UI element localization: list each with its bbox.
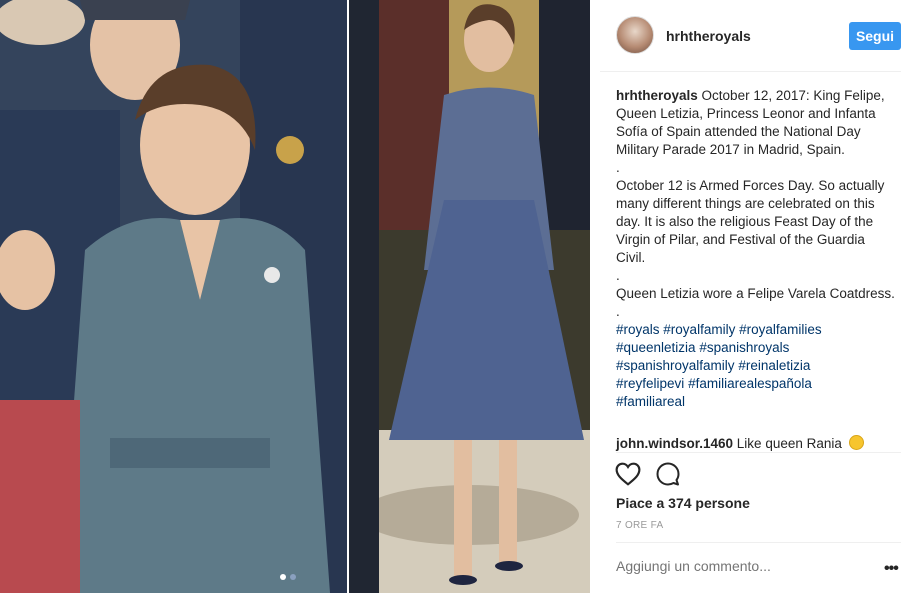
caption-author[interactable]: hrhtheroyals (616, 88, 698, 103)
header-username[interactable]: hrhtheroyals (666, 28, 751, 44)
post-header: hrhtheroyals Segui (600, 0, 901, 72)
follow-button[interactable]: Segui (849, 22, 901, 50)
caption-paragraph: Queen Letizia wore a Felipe Varela Coatd… (616, 286, 895, 301)
smile-emoji-icon (848, 435, 864, 450)
hashtag-link[interactable]: #royalfamily (663, 322, 735, 337)
comment-text: Like queen Rania (736, 436, 842, 451)
hashtags: #royals #royalfamily #royalfamilies #que… (616, 321, 896, 411)
carousel-dot-active[interactable] (280, 574, 286, 580)
hashtag-link[interactable]: #familiareal (616, 394, 685, 409)
hashtag-link[interactable]: #royals (616, 322, 660, 337)
hashtag-link[interactable]: #royalfamilies (739, 322, 822, 337)
caption-paragraph: October 12 is Armed Forces Day. So actua… (616, 178, 885, 265)
photo-right-illustration (349, 0, 590, 593)
caption-separator: . (616, 160, 620, 175)
caption-separator: . (616, 268, 620, 283)
caption-paragraph: hrhtheroyals October 12, 2017: King Feli… (616, 87, 896, 159)
comment-icon[interactable] (656, 462, 680, 486)
hashtag-link[interactable]: #queenletizia (616, 340, 696, 355)
hashtag-link[interactable]: #reinaletizia (738, 358, 810, 373)
more-icon[interactable]: ••• (884, 560, 899, 578)
post-caption: hrhtheroyals October 12, 2017: King Feli… (616, 87, 896, 411)
divider (616, 452, 901, 453)
photo-left-illustration (0, 0, 347, 593)
avatar[interactable] (616, 16, 654, 54)
likes-count[interactable]: Piace a 374 persone (616, 495, 750, 511)
hashtag-link[interactable]: #reyfelipevi (616, 376, 684, 391)
photo-left-panel (0, 0, 347, 593)
carousel-dots (280, 574, 296, 580)
heart-icon[interactable] (615, 462, 641, 486)
hashtag-link[interactable]: #spanishroyals (699, 340, 789, 355)
post-photo[interactable] (0, 0, 590, 593)
hashtag-link[interactable]: #familiarealespañola (688, 376, 812, 391)
comment-author[interactable]: john.windsor.1460 (616, 436, 733, 451)
post-side-panel: hrhtheroyals Segui hrhtheroyals October … (600, 0, 901, 593)
divider (616, 542, 901, 543)
caption-separator: . (616, 304, 620, 319)
photo-right-panel (349, 0, 590, 593)
carousel-dot[interactable] (290, 574, 296, 580)
add-comment-input[interactable] (616, 558, 846, 574)
comment-row: john.windsor.1460 Like queen Rania (616, 435, 896, 453)
post-timestamp[interactable]: 7 ORE FA (616, 520, 663, 531)
hashtag-link[interactable]: #spanishroyalfamily (616, 358, 735, 373)
